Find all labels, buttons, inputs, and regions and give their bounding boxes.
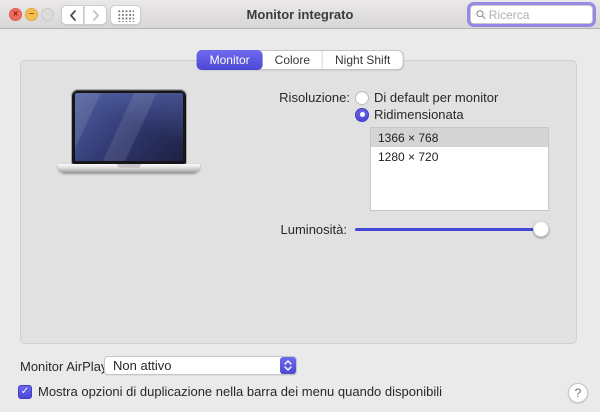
search-field[interactable] [470, 5, 593, 24]
tab-bar: Monitor Colore Night Shift [196, 50, 404, 70]
close-button[interactable]: × [9, 8, 22, 21]
radio-on-icon[interactable] [355, 107, 369, 122]
chevron-left-icon [69, 9, 76, 21]
back-button[interactable] [61, 5, 84, 25]
brightness-slider[interactable] [355, 221, 549, 237]
close-icon: × [12, 8, 19, 19]
airplay-dropdown[interactable]: Non attivo [104, 356, 297, 375]
radio-scaled[interactable]: Ridimensionata [355, 107, 464, 122]
chevron-up-icon [283, 360, 292, 365]
resolution-list[interactable]: 1366 × 768 1280 × 720 [370, 127, 549, 211]
search-icon [476, 10, 486, 20]
forward-button[interactable] [84, 5, 107, 25]
tab-monitor[interactable]: Monitor [196, 50, 263, 70]
grid-icon [117, 8, 134, 22]
macbook-lid [72, 90, 186, 164]
dropdown-stepper [279, 357, 296, 374]
airplay-label: Monitor AirPlay: [20, 359, 112, 374]
brightness-slider-track [355, 227, 548, 231]
chevron-down-icon [283, 366, 292, 371]
help-button[interactable]: ? [568, 383, 588, 403]
window-title: Monitor integrato [246, 7, 354, 22]
radio-default-label: Di default per monitor [374, 90, 499, 105]
macbook-screen-wallpaper [75, 93, 183, 161]
macbook-base [58, 164, 200, 173]
brightness-label: Luminosità: [280, 222, 347, 237]
macbook-image [58, 88, 200, 178]
minimize-icon: − [28, 8, 35, 19]
mirroring-checkbox-label: Mostra opzioni di duplicazione nella bar… [38, 384, 442, 399]
checkbox-checked-icon[interactable]: ✓ [18, 384, 32, 399]
zoom-button-disabled [41, 8, 54, 21]
radio-scaled-label: Ridimensionata [374, 107, 464, 122]
tab-night-shift[interactable]: Night Shift [323, 51, 402, 69]
show-all-preferences-button[interactable] [110, 5, 141, 25]
search-input[interactable] [488, 7, 587, 22]
brightness-slider-knob[interactable] [533, 221, 549, 237]
radio-default-for-display[interactable]: Di default per monitor [355, 90, 498, 105]
mirroring-checkbox-row[interactable]: ✓ Mostra opzioni di duplicazione nella b… [18, 384, 442, 399]
airplay-dropdown-value: Non attivo [113, 358, 172, 373]
system-preferences-window: × − Monitor integrato Monitor Colore Nig… [0, 0, 600, 412]
resolution-list-item-selected[interactable]: 1366 × 768 [371, 128, 548, 147]
chevron-right-icon [92, 9, 99, 21]
radio-dot [359, 112, 365, 117]
minimize-button[interactable]: − [25, 8, 38, 21]
macbook-lid-notch [117, 164, 141, 168]
resolution-list-item[interactable]: 1280 × 720 [371, 147, 548, 166]
titlebar: × − Monitor integrato [0, 0, 600, 29]
tab-colore[interactable]: Colore [263, 51, 324, 69]
resolution-label: Risoluzione: [279, 90, 350, 105]
radio-off-icon[interactable] [355, 90, 369, 105]
